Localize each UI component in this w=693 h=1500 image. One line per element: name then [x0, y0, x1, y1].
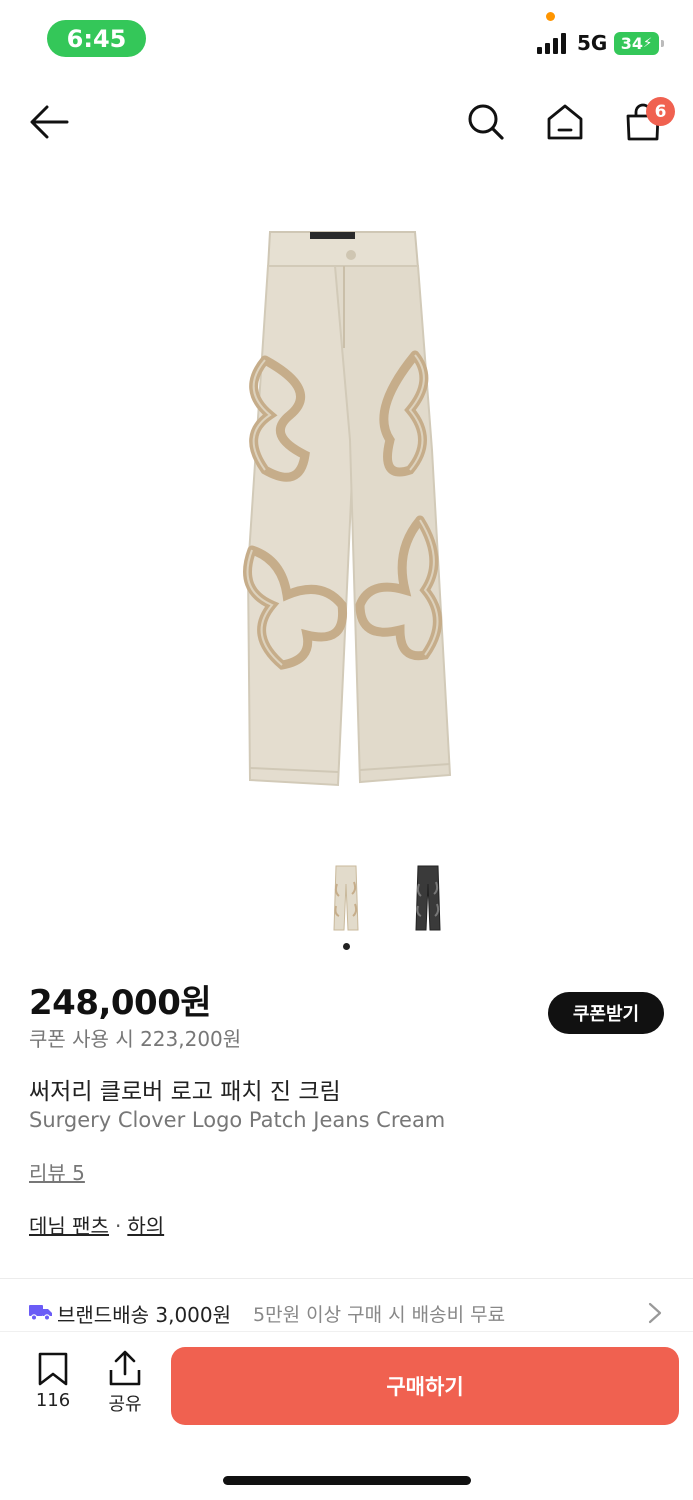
truck-icon: [29, 1305, 52, 1321]
share-label: 공유: [108, 1394, 142, 1415]
get-coupon-button[interactable]: 쿠폰받기: [548, 992, 664, 1034]
product-price: 248,000원: [29, 983, 212, 1023]
back-arrow-icon: [30, 105, 69, 139]
category-link-bottoms[interactable]: 하의: [127, 1214, 164, 1238]
bookmark-icon: [38, 1352, 68, 1386]
chevron-right-icon: [648, 1302, 662, 1324]
bookmark-button[interactable]: 116: [22, 1346, 84, 1418]
status-time: 6:45: [47, 20, 146, 57]
search-icon: [468, 104, 504, 140]
product-main-image[interactable]: [210, 220, 485, 805]
thumbnail-cream[interactable]: [318, 864, 374, 936]
signal-icon: [537, 33, 569, 54]
buy-button[interactable]: 구매하기: [171, 1347, 679, 1425]
cart-count-badge: 6: [646, 97, 675, 126]
battery-level: 34: [620, 34, 644, 53]
gallery-page-indicator: [343, 943, 350, 950]
product-name-korean: 써저리 클로버 로고 패치 진 크림: [29, 1079, 341, 1105]
top-nav-bar: [0, 90, 693, 154]
jeans-illustration: [243, 231, 452, 787]
bookmark-count: 116: [35, 1390, 71, 1411]
home-button[interactable]: [541, 98, 589, 146]
bottom-action-bar: 116 공유 구매하기: [0, 1332, 693, 1500]
thumbnail-black[interactable]: [400, 864, 456, 936]
share-icon: [109, 1350, 141, 1386]
image-thumbnails: [318, 860, 458, 940]
battery-icon: 34 ⚡: [614, 32, 664, 55]
status-bar: 6:45 5G 34 ⚡: [0, 0, 693, 70]
product-name-english: Surgery Clover Logo Patch Jeans Cream: [29, 1108, 446, 1132]
network-type: 5G: [577, 31, 608, 55]
privacy-indicator-dot: [546, 12, 555, 21]
shipping-fee-label: 브랜드배송 3,000원: [57, 1303, 232, 1327]
review-link[interactable]: 리뷰 5: [29, 1157, 85, 1186]
back-button[interactable]: [25, 98, 73, 146]
coupon-price-text: 쿠폰 사용 시 223,200원: [29, 1027, 242, 1051]
cream-jeans-thumbnail: [333, 865, 359, 931]
category-breadcrumb: 데님 팬츠 · 하의: [29, 1210, 164, 1239]
search-button[interactable]: [462, 98, 510, 146]
category-link-denim-pants[interactable]: 데님 팬츠: [29, 1214, 109, 1238]
share-button[interactable]: 공유: [94, 1346, 156, 1418]
free-shipping-note: 5만원 이상 구매 시 배송비 무료: [253, 1304, 506, 1326]
black-jeans-thumbnail: [415, 865, 441, 931]
category-separator: ·: [114, 1214, 122, 1238]
section-divider: [0, 1278, 693, 1279]
home-indicator: [223, 1476, 471, 1485]
home-icon: [547, 104, 583, 140]
shipping-info-row[interactable]: 브랜드배송 3,000원 5만원 이상 구매 시 배송비 무료: [0, 1293, 693, 1333]
